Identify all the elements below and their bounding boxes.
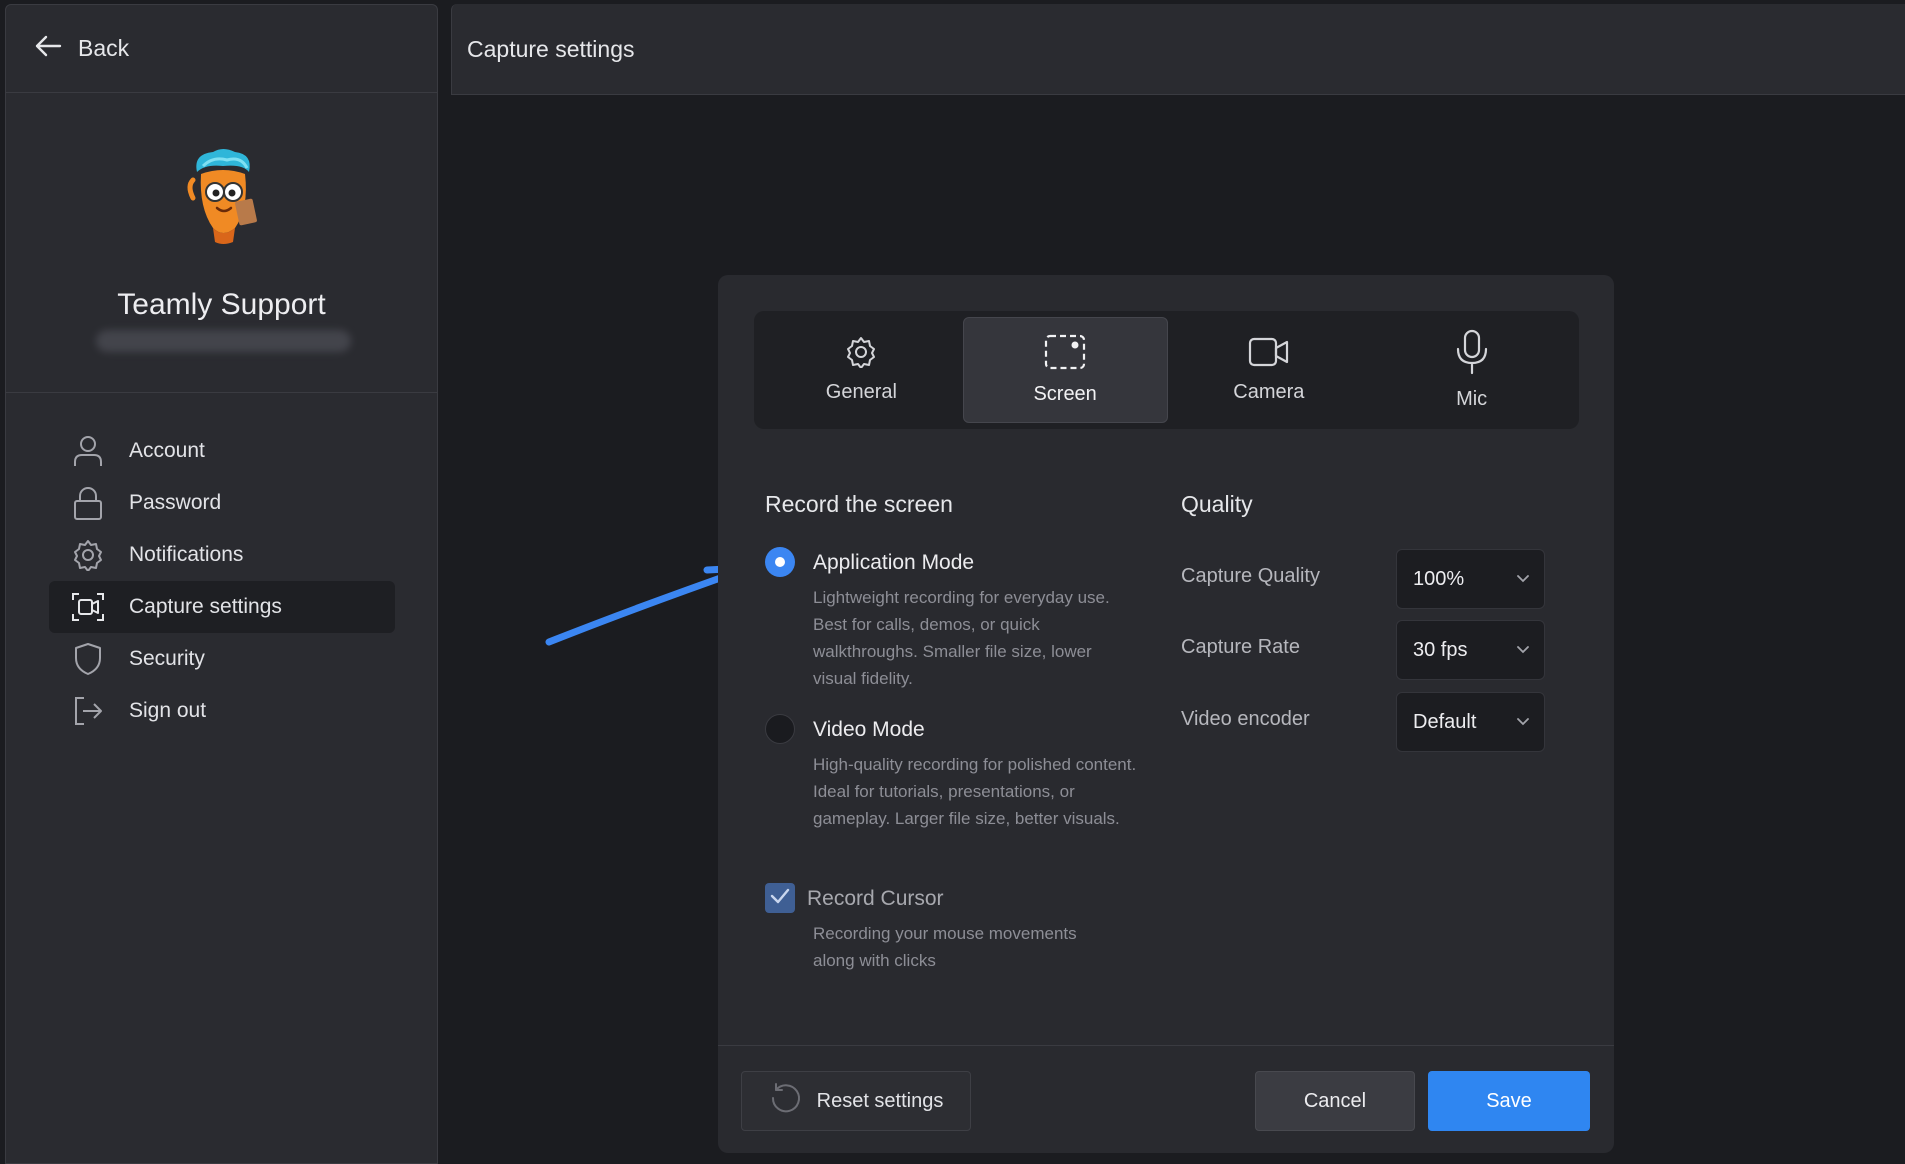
screen-capture-icon [1044, 334, 1086, 375]
sidebar-item-capture-settings[interactable]: Capture settings [49, 581, 395, 633]
record-section-title: Record the screen [765, 491, 953, 517]
tab-screen[interactable]: Screen [962, 317, 1168, 423]
capture-icon [71, 590, 105, 624]
sidebar-item-account[interactable]: Account [49, 425, 395, 477]
capture-rate-select[interactable]: 30 fps [1396, 620, 1545, 680]
capture-settings-dialog: General Screen Camera Mic Record the scr… [718, 275, 1614, 1153]
video-mode-radio[interactable] [765, 714, 795, 744]
video-encoder-label: Video encoder [1181, 708, 1310, 730]
sidebar-item-label: Notifications [129, 543, 244, 566]
gear-icon [71, 538, 105, 572]
video-encoder-select[interactable]: Default [1396, 692, 1545, 752]
profile-email-redacted [96, 330, 351, 352]
main-header: Capture settings [451, 4, 1905, 95]
sidebar-item-security[interactable]: Security [49, 633, 395, 685]
profile-card: Teamly Support [6, 94, 437, 393]
record-cursor-label: Record Cursor [807, 887, 944, 910]
tab-camera[interactable]: Camera [1168, 317, 1371, 423]
application-mode-radio[interactable] [765, 547, 795, 577]
reset-icon [769, 1081, 803, 1121]
capture-quality-value: 100% [1413, 567, 1465, 590]
sign-out-icon [71, 694, 105, 728]
chevron-down-icon [1516, 570, 1530, 588]
record-cursor-checkbox[interactable] [765, 883, 795, 913]
sidebar-nav: Account Password Notifications Capture s… [49, 425, 395, 737]
dialog-footer: Reset settings Cancel Save [718, 1045, 1614, 1153]
back-label: Back [78, 35, 130, 61]
shield-icon [71, 642, 105, 676]
application-mode-description: Lightweight recording for everyday use. … [813, 588, 1110, 688]
save-button[interactable]: Save [1428, 1071, 1590, 1131]
arrow-left-icon [34, 34, 62, 63]
capture-quality-select[interactable]: 100% [1396, 549, 1545, 609]
chevron-down-icon [1516, 641, 1530, 659]
gear-icon [845, 336, 877, 373]
back-button[interactable]: Back [6, 5, 437, 93]
avatar [183, 146, 263, 246]
tab-mic[interactable]: Mic [1370, 317, 1573, 423]
video-mode-title: Video Mode [813, 718, 925, 741]
sidebar-item-label: Sign out [129, 699, 207, 722]
capture-rate-label: Capture Rate [1181, 636, 1300, 658]
application-mode-title: Application Mode [813, 551, 975, 574]
tab-general[interactable]: General [760, 317, 963, 423]
checkmark-icon [770, 888, 790, 909]
reset-settings-label: Reset settings [816, 1089, 944, 1112]
tab-label: General [825, 381, 897, 403]
user-icon [71, 434, 105, 468]
camera-icon [1248, 336, 1290, 373]
video-encoder-value: Default [1413, 710, 1477, 733]
reset-settings-button[interactable]: Reset settings [741, 1071, 971, 1131]
mic-icon [1454, 329, 1490, 380]
sidebar-item-sign-out[interactable]: Sign out [49, 685, 395, 737]
capture-quality-label: Capture Quality [1181, 565, 1320, 587]
page-title: Capture settings [467, 35, 635, 62]
sidebar-item-label: Account [129, 439, 205, 462]
record-cursor-description: Recording your mouse movements along wit… [813, 924, 1077, 970]
settings-tabs: General Screen Camera Mic [754, 311, 1579, 429]
sidebar-item-notifications[interactable]: Notifications [49, 529, 395, 581]
chevron-down-icon [1516, 713, 1530, 731]
capture-rate-value: 30 fps [1413, 638, 1468, 661]
sidebar: Back Teamly Support Account Password Not… [5, 4, 438, 1164]
sidebar-item-password[interactable]: Password [49, 477, 395, 529]
lock-icon [71, 486, 105, 520]
sidebar-item-label: Security [129, 647, 205, 670]
sidebar-item-label: Password [129, 491, 222, 514]
sidebar-item-label: Capture settings [129, 595, 282, 618]
quality-section-title: Quality [1181, 491, 1253, 517]
tab-label: Mic [1456, 388, 1488, 410]
tab-label: Camera [1233, 381, 1305, 403]
cancel-button[interactable]: Cancel [1255, 1071, 1415, 1131]
tab-label: Screen [1033, 383, 1097, 405]
video-mode-description: High-quality recording for polished cont… [813, 755, 1137, 828]
profile-name: Teamly Support [117, 288, 326, 321]
